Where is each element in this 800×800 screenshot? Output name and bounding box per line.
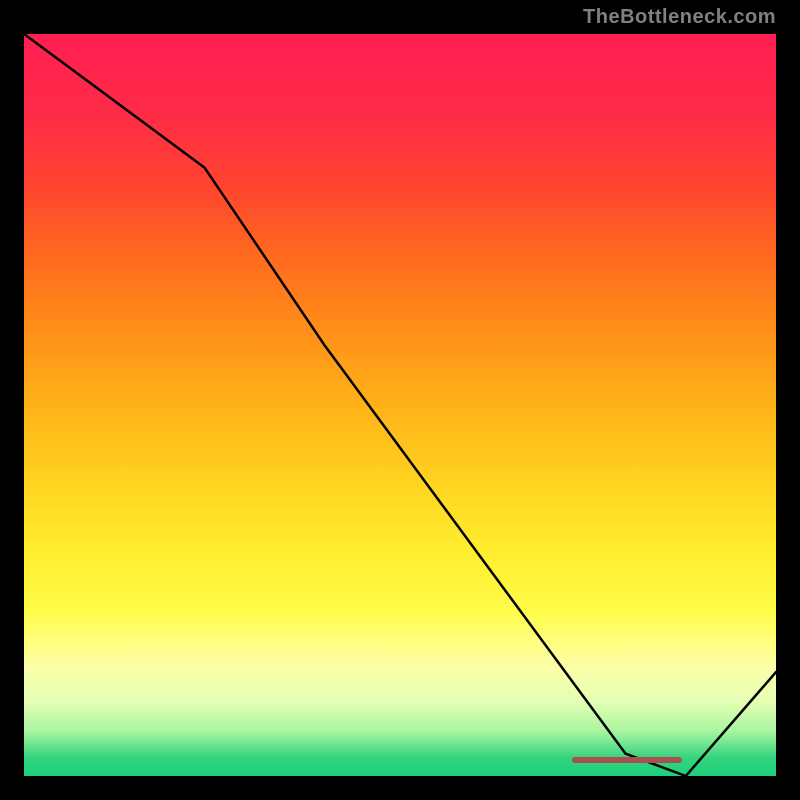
optimal-marker: [572, 757, 682, 763]
watermark-text: TheBottleneck.com: [583, 6, 776, 29]
chart-frame: [24, 34, 776, 776]
gradient-background: [24, 34, 776, 776]
chart-root: TheBottleneck.com: [0, 0, 800, 800]
chart-svg: [24, 34, 776, 776]
